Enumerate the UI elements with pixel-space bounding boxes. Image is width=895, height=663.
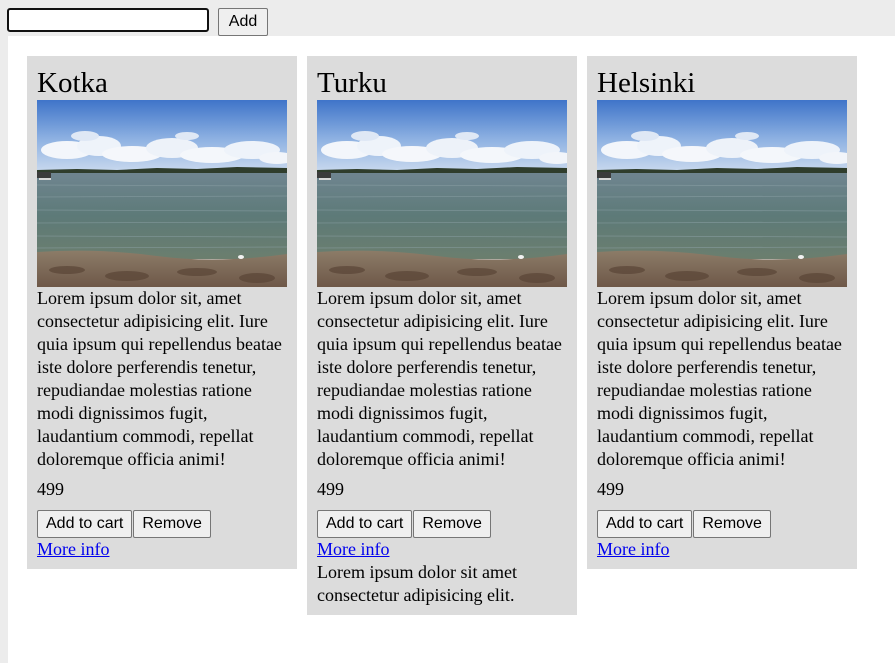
more-info-link[interactable]: More info (37, 538, 287, 561)
card-description: Lorem ipsum dolor sit, amet consectetur … (597, 288, 842, 469)
product-card: Turku Lorem ipsum dolor sit, amet consec… (307, 56, 577, 615)
add-to-cart-button[interactable]: Add to cart (597, 510, 693, 538)
card-description: Lorem ipsum dolor sit, amet consectetur … (37, 288, 282, 469)
card-title: Turku (317, 67, 387, 99)
card-actions: Add to cart Remove (37, 510, 287, 538)
add-to-cart-button[interactable]: Add to cart (317, 510, 413, 538)
card-actions: Add to cart Remove (597, 510, 847, 538)
remove-button[interactable]: Remove (413, 510, 491, 538)
add-button[interactable]: Add (218, 8, 268, 36)
main-content: Kotka Lorem ipsum dolor sit, amet consec… (8, 36, 895, 663)
remove-button[interactable]: Remove (133, 510, 211, 538)
more-info-link[interactable]: More info (317, 538, 567, 561)
card-price: 499 (597, 479, 624, 499)
add-to-cart-button[interactable]: Add to cart (37, 510, 133, 538)
card-extra-text: Lorem ipsum dolor sit amet consectetur a… (317, 562, 517, 605)
card-title: Kotka (37, 67, 108, 99)
card-description: Lorem ipsum dolor sit, amet consectetur … (317, 288, 562, 469)
product-card: Helsinki Lorem ipsum dolor sit, amet con… (587, 56, 857, 569)
card-price: 499 (37, 479, 64, 499)
lake-photo (317, 100, 567, 287)
product-card: Kotka Lorem ipsum dolor sit, amet consec… (27, 56, 297, 569)
add-item-input[interactable] (7, 8, 209, 32)
card-title: Helsinki (597, 67, 696, 99)
card-actions: Add to cart Remove (317, 510, 567, 538)
card-price: 499 (317, 479, 344, 499)
lake-photo (597, 100, 847, 287)
top-toolbar: Add (0, 0, 895, 36)
more-info-link[interactable]: More info (597, 538, 847, 561)
lake-photo (37, 100, 287, 287)
remove-button[interactable]: Remove (693, 510, 771, 538)
